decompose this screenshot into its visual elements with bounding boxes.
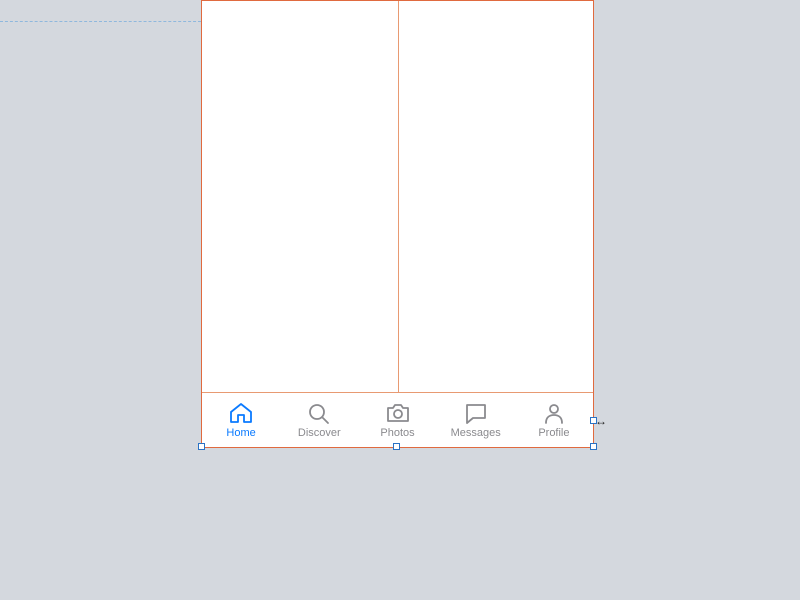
tab-label: Photos — [380, 428, 414, 439]
tab-label: Messages — [451, 428, 501, 439]
person-icon — [541, 401, 567, 425]
tab-discover[interactable]: Discover — [280, 393, 358, 447]
selection-handle-bm[interactable] — [393, 443, 400, 450]
device-artboard[interactable]: Home Discover Photos — [201, 0, 594, 448]
resize-cursor-icon: ↔ — [595, 415, 604, 427]
tab-profile[interactable]: Profile — [515, 393, 593, 447]
guide-horizontal — [0, 21, 201, 22]
selection-handle-br[interactable] — [590, 443, 597, 450]
tab-messages[interactable]: Messages — [437, 393, 515, 447]
tab-bar: Home Discover Photos — [202, 392, 593, 447]
tab-photos[interactable]: Photos — [358, 393, 436, 447]
tab-label: Home — [226, 428, 255, 439]
tab-home[interactable]: Home — [202, 393, 280, 447]
content-area — [202, 1, 593, 392]
home-icon — [228, 401, 254, 425]
search-icon — [306, 401, 332, 425]
camera-icon — [385, 401, 411, 425]
message-icon — [463, 401, 489, 425]
tab-label: Discover — [298, 428, 341, 439]
tab-label: Profile — [538, 428, 569, 439]
selection-handle-bl[interactable] — [198, 443, 205, 450]
center-divider — [398, 1, 399, 392]
